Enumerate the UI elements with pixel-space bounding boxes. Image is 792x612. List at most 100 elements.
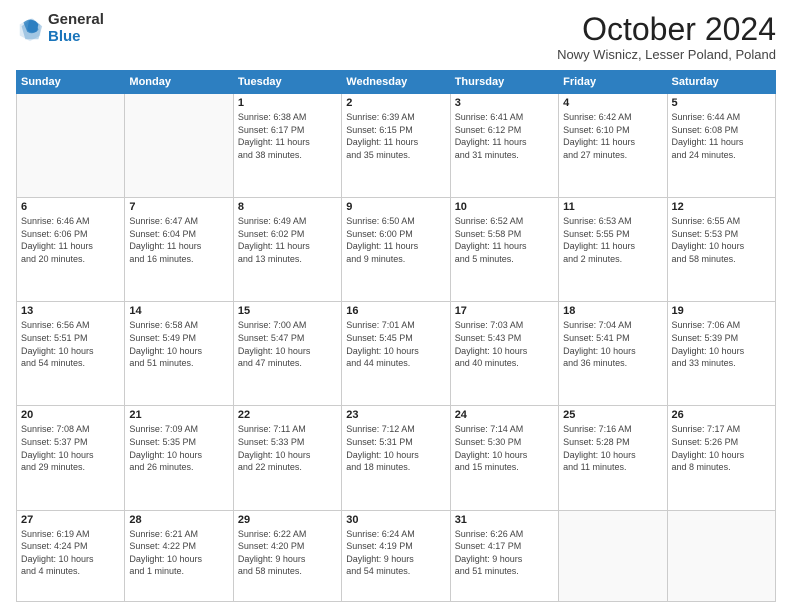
calendar-week-row: 27 Sunrise: 6:19 AM Sunset: 4:24 PM Dayli… bbox=[17, 510, 776, 601]
calendar-day-cell: 6 Sunrise: 6:46 AM Sunset: 6:06 PM Daylig… bbox=[17, 198, 125, 302]
day-info: Sunrise: 7:04 AM Sunset: 5:41 PM Dayligh… bbox=[563, 319, 662, 369]
calendar-day-cell: 14 Sunrise: 6:58 AM Sunset: 5:49 PM Dayli… bbox=[125, 302, 233, 406]
day-info: Sunrise: 6:24 AM Sunset: 4:19 PM Dayligh… bbox=[346, 528, 445, 578]
day-number: 12 bbox=[672, 201, 771, 213]
calendar-day-cell: 31Sunrise: 6:26 AM Sunset: 4:17 PM Dayli… bbox=[450, 510, 558, 601]
month-title: October 2024 bbox=[557, 12, 776, 47]
calendar-day-cell: 27 Sunrise: 6:19 AM Sunset: 4:24 PM Dayli… bbox=[17, 510, 125, 601]
header: General Blue October 2024 Nowy Wisnicz, … bbox=[16, 12, 776, 62]
calendar-day-cell: 20Sunrise: 7:08 AM Sunset: 5:37 PM Dayli… bbox=[17, 406, 125, 510]
day-number: 3 bbox=[455, 97, 554, 109]
day-number: 6 bbox=[21, 201, 120, 213]
day-of-week-header: Tuesday bbox=[233, 71, 341, 94]
day-of-week-header: Friday bbox=[559, 71, 667, 94]
day-info: Sunrise: 6:47 AM Sunset: 6:04 PM Dayligh… bbox=[129, 215, 228, 265]
day-number: 30 bbox=[346, 514, 445, 526]
day-of-week-header: Wednesday bbox=[342, 71, 450, 94]
day-number: 21 bbox=[129, 409, 228, 421]
day-number: 15 bbox=[238, 305, 337, 317]
day-number: 28 bbox=[129, 514, 228, 526]
day-info: Sunrise: 7:16 AM Sunset: 5:28 PM Dayligh… bbox=[563, 423, 662, 473]
calendar-day-cell: 17 Sunrise: 7:03 AM Sunset: 5:43 PM Dayli… bbox=[450, 302, 558, 406]
day-info: Sunrise: 6:53 AM Sunset: 5:55 PM Dayligh… bbox=[563, 215, 662, 265]
day-info: Sunrise: 7:11 AM Sunset: 5:33 PM Dayligh… bbox=[238, 423, 337, 473]
calendar-week-row: 1Sunrise: 6:38 AM Sunset: 6:17 PM Daylig… bbox=[17, 94, 776, 198]
day-number: 2 bbox=[346, 97, 445, 109]
day-info: Sunrise: 7:01 AM Sunset: 5:45 PM Dayligh… bbox=[346, 319, 445, 369]
day-info: Sunrise: 7:12 AM Sunset: 5:31 PM Dayligh… bbox=[346, 423, 445, 473]
calendar-day-cell: 28 Sunrise: 6:21 AM Sunset: 4:22 PM Dayli… bbox=[125, 510, 233, 601]
day-number: 23 bbox=[346, 409, 445, 421]
calendar-day-cell: 24 Sunrise: 7:14 AM Sunset: 5:30 PM Dayli… bbox=[450, 406, 558, 510]
day-info: Sunrise: 6:49 AM Sunset: 6:02 PM Dayligh… bbox=[238, 215, 337, 265]
day-number: 8 bbox=[238, 201, 337, 213]
calendar-week-row: 6 Sunrise: 6:46 AM Sunset: 6:06 PM Daylig… bbox=[17, 198, 776, 302]
day-info: Sunrise: 7:08 AM Sunset: 5:37 PM Dayligh… bbox=[21, 423, 120, 473]
day-info: Sunrise: 6:22 AM Sunset: 4:20 PM Dayligh… bbox=[238, 528, 337, 578]
day-info: Sunrise: 7:00 AM Sunset: 5:47 PM Dayligh… bbox=[238, 319, 337, 369]
day-info: Sunrise: 6:26 AM Sunset: 4:17 PM Dayligh… bbox=[455, 528, 554, 578]
day-number: 22 bbox=[238, 409, 337, 421]
calendar-week-row: 13 Sunrise: 6:56 AM Sunset: 5:51 PM Dayli… bbox=[17, 302, 776, 406]
day-number: 29 bbox=[238, 514, 337, 526]
calendar-day-cell: 23 Sunrise: 7:12 AM Sunset: 5:31 PM Dayli… bbox=[342, 406, 450, 510]
day-info: Sunrise: 7:17 AM Sunset: 5:26 PM Dayligh… bbox=[672, 423, 771, 473]
logo-text: General Blue bbox=[48, 12, 104, 45]
day-number: 1 bbox=[238, 97, 337, 109]
calendar-day-cell: 15 Sunrise: 7:00 AM Sunset: 5:47 PM Dayli… bbox=[233, 302, 341, 406]
calendar-day-cell: 1Sunrise: 6:38 AM Sunset: 6:17 PM Daylig… bbox=[233, 94, 341, 198]
day-info: Sunrise: 7:03 AM Sunset: 5:43 PM Dayligh… bbox=[455, 319, 554, 369]
calendar-day-cell: 25 Sunrise: 7:16 AM Sunset: 5:28 PM Dayli… bbox=[559, 406, 667, 510]
day-number: 13 bbox=[21, 305, 120, 317]
day-info: Sunrise: 6:58 AM Sunset: 5:49 PM Dayligh… bbox=[129, 319, 228, 369]
calendar-day-cell: 22 Sunrise: 7:11 AM Sunset: 5:33 PM Dayli… bbox=[233, 406, 341, 510]
day-info: Sunrise: 7:14 AM Sunset: 5:30 PM Dayligh… bbox=[455, 423, 554, 473]
calendar-day-cell: 5Sunrise: 6:44 AM Sunset: 6:08 PM Daylig… bbox=[667, 94, 775, 198]
day-number: 11 bbox=[563, 201, 662, 213]
day-number: 14 bbox=[129, 305, 228, 317]
day-info: Sunrise: 6:55 AM Sunset: 5:53 PM Dayligh… bbox=[672, 215, 771, 265]
day-info: Sunrise: 6:39 AM Sunset: 6:15 PM Dayligh… bbox=[346, 111, 445, 161]
day-of-week-header: Sunday bbox=[17, 71, 125, 94]
calendar-day-cell: 29 Sunrise: 6:22 AM Sunset: 4:20 PM Dayli… bbox=[233, 510, 341, 601]
calendar-day-cell: 19Sunrise: 7:06 AM Sunset: 5:39 PM Dayli… bbox=[667, 302, 775, 406]
day-number: 26 bbox=[672, 409, 771, 421]
calendar-day-cell: 9 Sunrise: 6:50 AM Sunset: 6:00 PM Daylig… bbox=[342, 198, 450, 302]
calendar-day-cell bbox=[559, 510, 667, 601]
day-number: 25 bbox=[563, 409, 662, 421]
calendar-day-cell bbox=[125, 94, 233, 198]
day-number: 27 bbox=[21, 514, 120, 526]
day-info: Sunrise: 7:06 AM Sunset: 5:39 PM Dayligh… bbox=[672, 319, 771, 369]
day-number: 5 bbox=[672, 97, 771, 109]
calendar-week-row: 20Sunrise: 7:08 AM Sunset: 5:37 PM Dayli… bbox=[17, 406, 776, 510]
day-info: Sunrise: 6:46 AM Sunset: 6:06 PM Dayligh… bbox=[21, 215, 120, 265]
day-info: Sunrise: 6:19 AM Sunset: 4:24 PM Dayligh… bbox=[21, 528, 120, 578]
calendar-day-cell: 26 Sunrise: 7:17 AM Sunset: 5:26 PM Dayli… bbox=[667, 406, 775, 510]
calendar-day-cell: 30 Sunrise: 6:24 AM Sunset: 4:19 PM Dayli… bbox=[342, 510, 450, 601]
day-info: Sunrise: 7:09 AM Sunset: 5:35 PM Dayligh… bbox=[129, 423, 228, 473]
calendar-day-cell: 13 Sunrise: 6:56 AM Sunset: 5:51 PM Dayli… bbox=[17, 302, 125, 406]
day-info: Sunrise: 6:56 AM Sunset: 5:51 PM Dayligh… bbox=[21, 319, 120, 369]
day-of-week-header: Saturday bbox=[667, 71, 775, 94]
day-info: Sunrise: 6:41 AM Sunset: 6:12 PM Dayligh… bbox=[455, 111, 554, 161]
day-info: Sunrise: 6:21 AM Sunset: 4:22 PM Dayligh… bbox=[129, 528, 228, 578]
day-of-week-header: Monday bbox=[125, 71, 233, 94]
day-number: 24 bbox=[455, 409, 554, 421]
calendar-day-cell: 16Sunrise: 7:01 AM Sunset: 5:45 PM Dayli… bbox=[342, 302, 450, 406]
calendar-day-cell: 4Sunrise: 6:42 AM Sunset: 6:10 PM Daylig… bbox=[559, 94, 667, 198]
calendar-day-cell bbox=[17, 94, 125, 198]
calendar-day-cell: 10Sunrise: 6:52 AM Sunset: 5:58 PM Dayli… bbox=[450, 198, 558, 302]
day-number: 17 bbox=[455, 305, 554, 317]
day-info: Sunrise: 6:50 AM Sunset: 6:00 PM Dayligh… bbox=[346, 215, 445, 265]
location: Nowy Wisnicz, Lesser Poland, Poland bbox=[557, 47, 776, 62]
logo: General Blue bbox=[16, 12, 104, 45]
logo-icon bbox=[16, 15, 44, 43]
calendar-day-cell: 18 Sunrise: 7:04 AM Sunset: 5:41 PM Dayli… bbox=[559, 302, 667, 406]
day-number: 10 bbox=[455, 201, 554, 213]
calendar-table: SundayMondayTuesdayWednesdayThursdayFrid… bbox=[16, 70, 776, 602]
day-number: 18 bbox=[563, 305, 662, 317]
day-number: 9 bbox=[346, 201, 445, 213]
calendar-day-cell bbox=[667, 510, 775, 601]
calendar-day-cell: 21 Sunrise: 7:09 AM Sunset: 5:35 PM Dayli… bbox=[125, 406, 233, 510]
calendar-day-cell: 12 Sunrise: 6:55 AM Sunset: 5:53 PM Dayli… bbox=[667, 198, 775, 302]
